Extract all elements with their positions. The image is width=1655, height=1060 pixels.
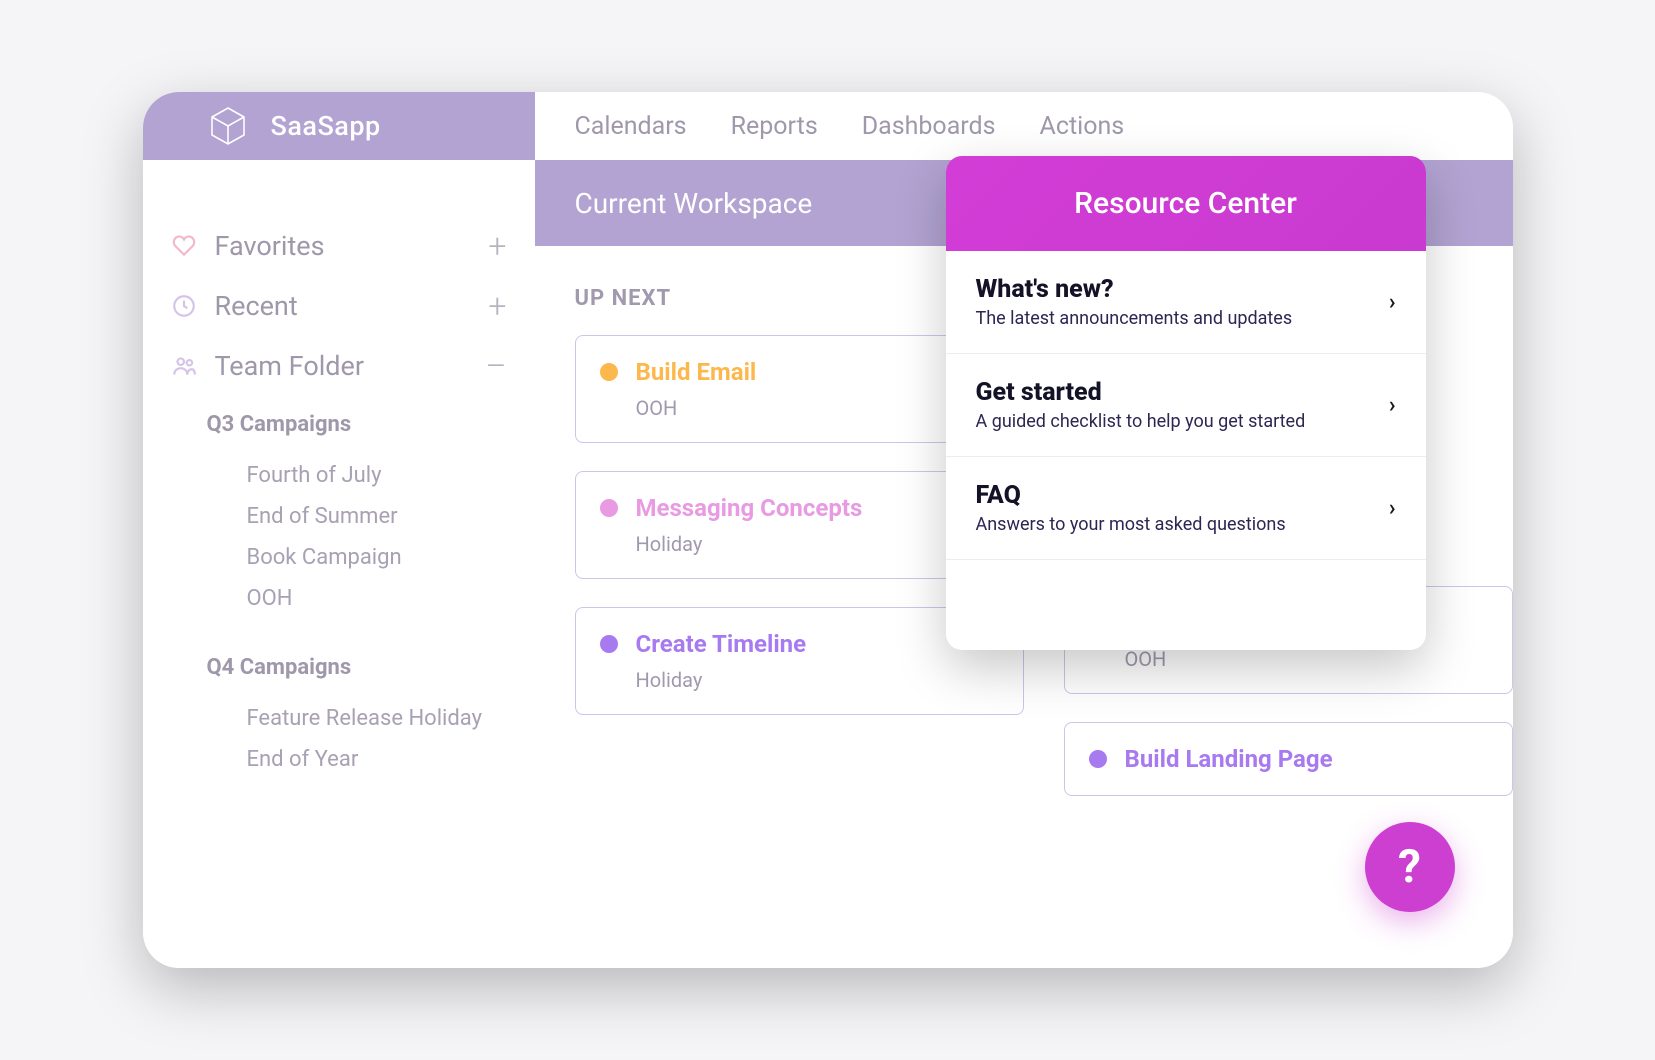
sidebar-item[interactable]: OOH	[247, 578, 507, 619]
sidebar-group-title[interactable]: Q3 Campaigns	[207, 412, 507, 437]
card-subtitle: OOH	[636, 396, 999, 420]
top-nav: Calendars Reports Dashboards Actions	[535, 92, 1513, 160]
heart-icon	[171, 233, 197, 259]
cube-logo-icon	[207, 105, 249, 147]
workspace-title: Current Workspace	[575, 187, 813, 220]
collapse-team-folder-button[interactable]: –	[486, 350, 507, 382]
chevron-right-icon: ›	[1389, 290, 1396, 315]
task-card[interactable]: Build Landing Page	[1064, 722, 1513, 796]
card-subtitle: Holiday	[636, 668, 999, 692]
chevron-right-icon: ›	[1389, 496, 1396, 521]
sidebar-team-folder[interactable]: Team Folder –	[171, 336, 507, 396]
nav-calendars[interactable]: Calendars	[575, 112, 687, 141]
sidebar-item[interactable]: End of Year	[247, 739, 507, 780]
sidebar-group-q3: Q3 Campaigns Fourth of July End of Summe…	[171, 412, 507, 619]
sidebar-group-title[interactable]: Q4 Campaigns	[207, 655, 507, 680]
sidebar-item[interactable]: End of Summer	[247, 496, 507, 537]
sidebar-favorites[interactable]: Favorites +	[171, 216, 507, 276]
resource-item-title: What's new?	[976, 275, 1389, 304]
resource-center-header: Resource Center	[946, 156, 1426, 251]
team-icon	[171, 353, 197, 379]
card-title: Create Timeline	[636, 630, 807, 658]
resource-center-panel: Resource Center What's new? The latest a…	[946, 156, 1426, 650]
sidebar: Favorites + Recent +	[143, 160, 535, 968]
app-window: SaaSapp Calendars Reports Dashboards Act…	[143, 92, 1513, 968]
card-title: Build Email	[636, 358, 757, 386]
status-dot-icon	[600, 499, 618, 517]
nav-dashboards[interactable]: Dashboards	[862, 112, 996, 141]
resource-item-desc: A guided checklist to help you get start…	[976, 411, 1389, 432]
status-dot-icon	[1089, 750, 1107, 768]
resource-item-whats-new[interactable]: What's new? The latest announcements and…	[946, 251, 1426, 354]
help-button[interactable]: ?	[1365, 822, 1455, 912]
card-subtitle: OOH	[1125, 647, 1488, 671]
resource-item-title: Get started	[976, 378, 1389, 407]
brand: SaaSapp	[143, 92, 535, 160]
topbar: SaaSapp Calendars Reports Dashboards Act…	[143, 92, 1513, 160]
resource-item-desc: Answers to your most asked questions	[976, 514, 1389, 535]
sidebar-team-folder-label: Team Folder	[215, 350, 365, 382]
nav-reports[interactable]: Reports	[731, 112, 818, 141]
sidebar-group-q4: Q4 Campaigns Feature Release Holiday End…	[171, 655, 507, 780]
sidebar-recent[interactable]: Recent +	[171, 276, 507, 336]
resource-item-faq[interactable]: FAQ Answers to your most asked questions…	[946, 457, 1426, 560]
question-icon: ?	[1398, 840, 1421, 894]
status-dot-icon	[600, 363, 618, 381]
add-recent-button[interactable]: +	[488, 290, 506, 322]
spacer	[946, 560, 1426, 650]
card-title: Messaging Concepts	[636, 494, 863, 522]
resource-item-title: FAQ	[976, 481, 1389, 510]
sidebar-item[interactable]: Fourth of July	[247, 455, 507, 496]
card-title: Build Landing Page	[1125, 745, 1333, 773]
sidebar-favorites-label: Favorites	[215, 230, 325, 262]
resource-item-get-started[interactable]: Get started A guided checklist to help y…	[946, 354, 1426, 457]
sidebar-item[interactable]: Feature Release Holiday	[247, 698, 507, 739]
resource-item-desc: The latest announcements and updates	[976, 308, 1389, 329]
clock-icon	[171, 293, 197, 319]
nav-actions[interactable]: Actions	[1040, 112, 1125, 141]
card-subtitle: Holiday	[636, 532, 999, 556]
chevron-right-icon: ›	[1389, 393, 1396, 418]
sidebar-item[interactable]: Book Campaign	[247, 537, 507, 578]
status-dot-icon	[600, 635, 618, 653]
sidebar-recent-label: Recent	[215, 290, 298, 322]
add-favorite-button[interactable]: +	[488, 230, 506, 262]
brand-name: SaaSapp	[271, 110, 381, 142]
